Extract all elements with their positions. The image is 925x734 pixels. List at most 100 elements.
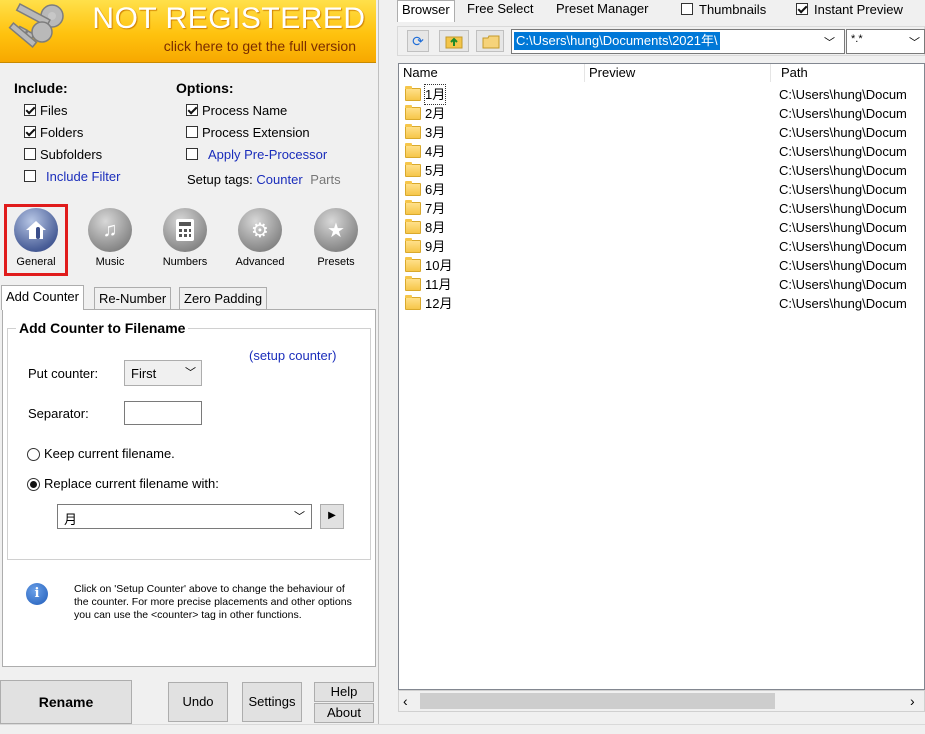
checkbox-box[interactable]: [24, 104, 36, 116]
category-music[interactable]: ♫ Music: [80, 208, 140, 268]
checkbox-box[interactable]: [796, 3, 808, 15]
radio-circle[interactable]: [27, 478, 40, 492]
tab-re-number[interactable]: Re-Number: [94, 287, 172, 309]
setup-tags-row: Setup tags: Counter Parts: [187, 172, 341, 187]
file-row[interactable]: 1月 C:\Users\hung\Docum: [399, 84, 924, 105]
file-name: 6月: [425, 182, 446, 197]
calculator-icon: [163, 208, 207, 252]
folder-icon: [405, 181, 421, 196]
include-title: Include:: [14, 80, 68, 96]
tab-browser[interactable]: Browser: [397, 0, 455, 22]
column-preview[interactable]: Preview: [585, 64, 771, 82]
file-row[interactable]: 3月 C:\Users\hung\Docum: [399, 123, 924, 142]
setup-counter-link[interactable]: (setup counter): [249, 348, 336, 363]
setup-tags-parts-link[interactable]: Parts: [310, 172, 340, 187]
tab-add-counter[interactable]: Add Counter: [1, 285, 84, 310]
status-bar: [0, 724, 925, 734]
add-counter-group-title: Add Counter to Filename: [16, 320, 189, 336]
path-value: C:\Users\hung\Documents\2021年\: [514, 32, 720, 50]
checkbox-box[interactable]: [24, 126, 36, 138]
not-registered-banner[interactable]: NOT REGISTERED click here to get the ful…: [0, 0, 376, 63]
put-counter-select[interactable]: First ﹀: [124, 360, 202, 386]
star-icon: ★: [314, 208, 358, 252]
file-name: 11月: [425, 277, 452, 292]
folder-icon: [405, 124, 421, 139]
file-row[interactable]: 10月 C:\Users\hung\Docum: [399, 256, 924, 275]
include-filter-checkbox[interactable]: Include Filter: [24, 165, 120, 187]
include-files-checkbox[interactable]: Files: [24, 99, 120, 121]
tab-free-select[interactable]: Free Select: [463, 0, 537, 20]
file-row[interactable]: 6月 C:\Users\hung\Docum: [399, 180, 924, 199]
scrollbar-thumb[interactable]: [420, 693, 775, 709]
file-name: 4月: [425, 144, 446, 159]
folder-icon: [405, 295, 421, 310]
checkbox-box[interactable]: [186, 126, 198, 138]
file-name: 12月: [425, 296, 453, 311]
undo-button[interactable]: Undo: [168, 682, 228, 722]
file-path: C:\Users\hung\Docum: [779, 182, 907, 197]
folder-icon: [405, 276, 421, 291]
path-combo[interactable]: C:\Users\hung\Documents\2021年\ ﹀: [511, 29, 845, 54]
banner-subtitle[interactable]: click here to get the full version: [84, 38, 374, 54]
help-button[interactable]: Help: [314, 682, 374, 702]
replace-filename-radio[interactable]: Replace current filename with:: [27, 476, 219, 492]
file-name: 5月: [425, 163, 446, 178]
radio-circle[interactable]: [27, 448, 40, 462]
keep-filename-radio[interactable]: Keep current filename.: [27, 446, 175, 462]
music-note-icon: ♫: [88, 208, 132, 252]
file-row[interactable]: 11月 C:\Users\hung\Docum: [399, 275, 924, 294]
category-advanced[interactable]: ⚙ Advanced: [230, 208, 290, 268]
rename-button[interactable]: Rename: [0, 680, 132, 724]
setup-tags-counter-link[interactable]: Counter: [256, 172, 302, 187]
about-button[interactable]: About: [314, 703, 374, 723]
tab-preset-manager[interactable]: Preset Manager: [552, 0, 653, 20]
info-text: Click on 'Setup Counter' above to change…: [74, 583, 352, 621]
tab-zero-padding[interactable]: Zero Padding: [179, 287, 268, 309]
file-row[interactable]: 5月 C:\Users\hung\Docum: [399, 161, 924, 180]
filter-combo[interactable]: *.* ﹀: [846, 29, 925, 54]
file-name: 9月: [425, 239, 446, 254]
file-path: C:\Users\hung\Docum: [779, 258, 907, 273]
column-path[interactable]: Path: [777, 64, 924, 82]
settings-button[interactable]: Settings: [242, 682, 302, 722]
scroll-left-icon[interactable]: ‹: [403, 693, 408, 709]
folder-up-icon: [445, 36, 463, 49]
instant-preview-checkbox[interactable]: Instant Preview: [796, 0, 903, 20]
left-panel: NOT REGISTERED click here to get the ful…: [0, 0, 379, 734]
replace-filename-combo[interactable]: 月 ﹀: [57, 504, 312, 529]
file-row[interactable]: 9月 C:\Users\hung\Docum: [399, 237, 924, 256]
put-counter-label: Put counter:: [28, 366, 99, 381]
include-subfolders-checkbox[interactable]: Subfolders: [24, 143, 120, 165]
column-name[interactable]: Name: [399, 64, 585, 82]
category-numbers[interactable]: Numbers: [155, 208, 215, 268]
scroll-right-icon[interactable]: ›: [910, 693, 915, 709]
browse-folder-button[interactable]: [476, 30, 504, 52]
file-path: C:\Users\hung\Docum: [779, 296, 907, 311]
refresh-icon[interactable]: ⟳: [407, 30, 429, 52]
file-name: 2月: [425, 106, 446, 121]
apply-preprocessor-checkbox[interactable]: Apply Pre-Processor: [186, 143, 327, 165]
file-list[interactable]: Name Preview Path 1月 C:\Users\hung\Docum 2…: [398, 63, 925, 690]
insert-tag-button[interactable]: ▶: [320, 504, 344, 529]
checkbox-box[interactable]: [24, 148, 36, 160]
folder-icon: [482, 35, 500, 49]
file-path: C:\Users\hung\Docum: [779, 163, 907, 178]
file-row[interactable]: 7月 C:\Users\hung\Docum: [399, 199, 924, 218]
include-folders-checkbox[interactable]: Folders: [24, 121, 120, 143]
file-row[interactable]: 8月 C:\Users\hung\Docum: [399, 218, 924, 237]
checkbox-box[interactable]: [24, 170, 36, 182]
thumbnails-checkbox[interactable]: Thumbnails: [681, 0, 766, 20]
process-extension-checkbox[interactable]: Process Extension: [186, 121, 327, 143]
file-path: C:\Users\hung\Docum: [779, 87, 907, 102]
category-presets[interactable]: ★ Presets: [306, 208, 366, 268]
checkbox-box[interactable]: [186, 104, 198, 116]
file-row[interactable]: 12月 C:\Users\hung\Docum: [399, 294, 924, 313]
process-name-checkbox[interactable]: Process Name: [186, 99, 327, 121]
checkbox-box[interactable]: [186, 148, 198, 160]
file-row[interactable]: 4月 C:\Users\hung\Docum: [399, 142, 924, 161]
file-name: 3月: [425, 125, 446, 140]
checkbox-box[interactable]: [681, 3, 693, 15]
file-row[interactable]: 2月 C:\Users\hung\Docum: [399, 104, 924, 123]
folder-up-button[interactable]: [439, 30, 469, 52]
separator-input[interactable]: [124, 401, 202, 425]
